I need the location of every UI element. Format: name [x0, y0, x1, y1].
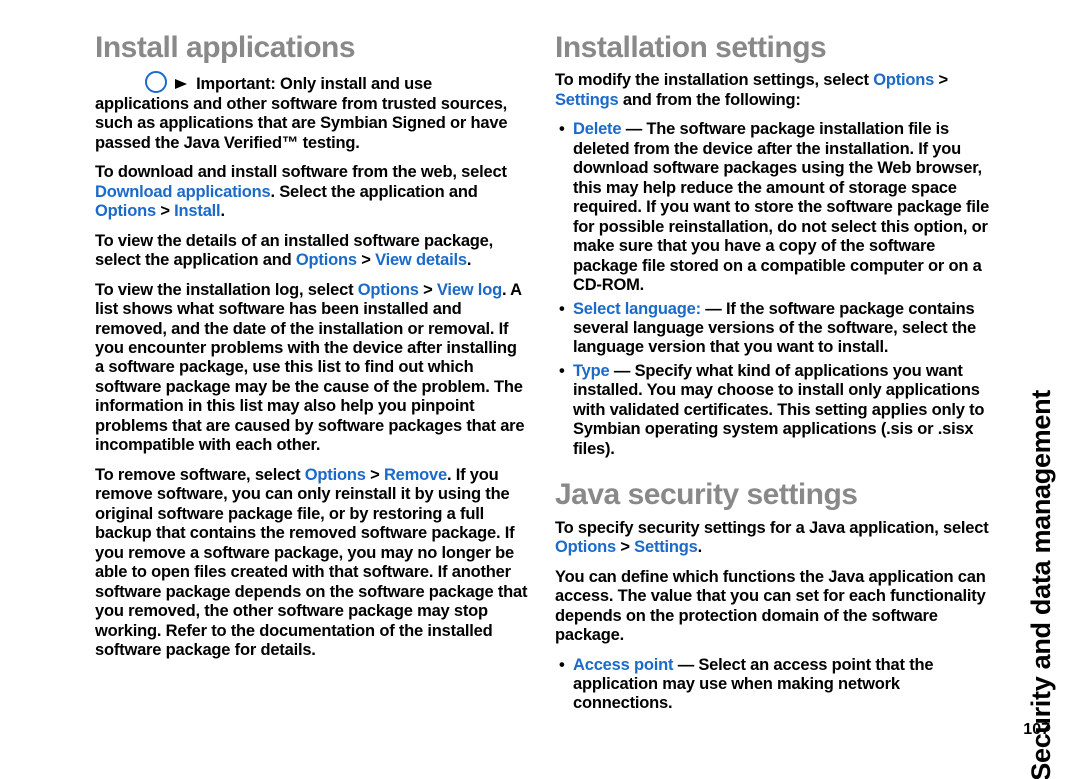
link-options: Options	[873, 71, 934, 89]
download-paragraph: To download and install software from th…	[95, 163, 530, 221]
label-select-language: Select language:	[573, 300, 701, 318]
text: To download and install software from th…	[95, 163, 507, 181]
java-settings-intro: To specify security settings for a Java …	[555, 519, 990, 558]
list-item-type: Type — Specify what kind of applications…	[555, 362, 990, 459]
link-remove: Remove	[384, 466, 447, 484]
java-functions-paragraph: You can define which functions the Java …	[555, 568, 990, 646]
text: >	[616, 538, 634, 556]
text: To specify security settings for a Java …	[555, 519, 989, 537]
text: >	[366, 466, 384, 484]
text: .	[698, 538, 702, 556]
text: — Specify what kind of applications you …	[573, 362, 984, 458]
link-options: Options	[555, 538, 616, 556]
link-download-applications: Download applications	[95, 183, 270, 201]
text: >	[357, 251, 375, 269]
text: .	[220, 202, 224, 220]
manual-page: Install applications Important: Only ins…	[0, 0, 1080, 779]
text: To modify the installation settings, sel…	[555, 71, 873, 89]
text: >	[934, 71, 948, 89]
text: To view the installation log, select	[95, 281, 358, 299]
important-label: Important:	[196, 75, 276, 93]
link-options: Options	[358, 281, 419, 299]
installation-settings-intro: To modify the installation settings, sel…	[555, 71, 990, 110]
link-settings: Settings	[634, 538, 698, 556]
java-settings-list: Access point — Select an access point th…	[555, 656, 990, 714]
text: and from the following:	[619, 91, 801, 109]
text: To remove software, select	[95, 466, 305, 484]
heading-java-security-settings: Java security settings	[555, 477, 990, 512]
text: >	[156, 202, 174, 220]
text: . Select the application and	[270, 183, 477, 201]
page-number: 107	[1023, 721, 1050, 739]
view-details-paragraph: To view the details of an installed soft…	[95, 232, 530, 271]
link-view-log: View log	[437, 281, 502, 299]
label-type: Type	[573, 362, 610, 380]
link-options: Options	[305, 466, 366, 484]
text: .	[467, 251, 471, 269]
two-column-layout: Install applications Important: Only ins…	[95, 30, 990, 749]
text: . A list shows what software has been in…	[95, 281, 524, 455]
heading-install-applications: Install applications	[95, 30, 530, 65]
important-icon	[145, 71, 167, 93]
link-view-details: View details	[375, 251, 467, 269]
link-options: Options	[296, 251, 357, 269]
list-item-delete: Delete — The software package installati…	[555, 120, 990, 295]
important-paragraph: Important: Only install and use applicat…	[95, 71, 530, 153]
right-column: Installation settings To modify the inst…	[555, 30, 990, 749]
label-access-point: Access point	[573, 656, 673, 674]
link-install: Install	[174, 202, 220, 220]
link-options: Options	[95, 202, 156, 220]
text: >	[419, 281, 437, 299]
left-column: Install applications Important: Only ins…	[95, 30, 530, 749]
label-delete: Delete	[573, 120, 621, 138]
view-log-paragraph: To view the installation log, select Opt…	[95, 281, 530, 456]
list-item-access-point: Access point — Select an access point th…	[555, 656, 990, 714]
link-settings: Settings	[555, 91, 619, 109]
remove-paragraph: To remove software, select Options > Rem…	[95, 466, 530, 661]
text: . If you remove software, you can only r…	[95, 466, 527, 659]
text: — The software package installation file…	[573, 120, 989, 294]
heading-installation-settings: Installation settings	[555, 30, 990, 65]
installation-settings-list: Delete — The software package installati…	[555, 120, 990, 459]
list-item-select-language: Select language: — If the software packa…	[555, 300, 990, 358]
